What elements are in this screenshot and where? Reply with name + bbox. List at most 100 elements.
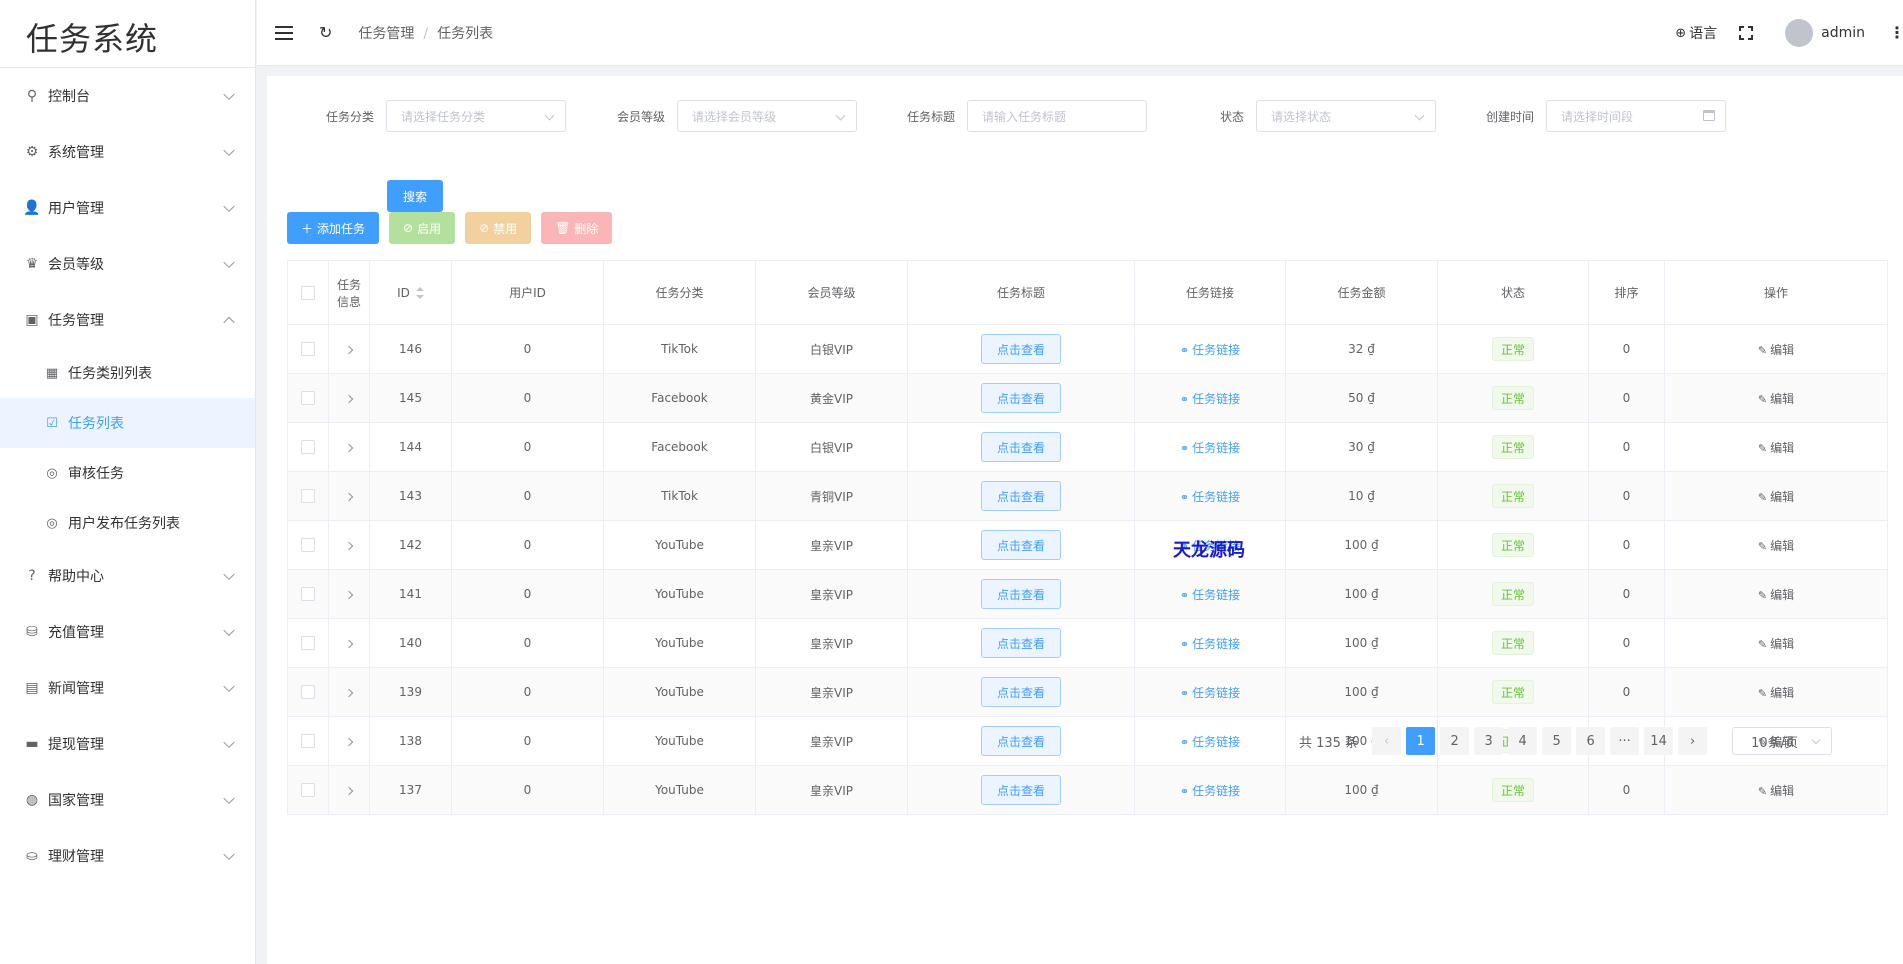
row-checkbox[interactable] (301, 734, 315, 749)
task-link[interactable]: ⚭ 任务链接 (1180, 735, 1240, 749)
chevron-right-icon[interactable] (344, 541, 354, 551)
row-checkbox[interactable] (301, 391, 315, 406)
status-select[interactable]: 请选择状态 (1256, 100, 1437, 132)
row-checkbox[interactable] (301, 440, 315, 455)
fullscreen-icon[interactable] (1739, 26, 1754, 40)
row-checkbox[interactable] (301, 587, 315, 602)
chevron-right-icon[interactable] (344, 443, 354, 453)
view-title-button[interactable]: 点击查看 (981, 334, 1061, 364)
view-title-button[interactable]: 点击查看 (981, 481, 1061, 511)
cell-amount: 32 ₫ (1285, 324, 1438, 374)
sidebar-subitem-0[interactable]: ▦ 任务类别列表 (0, 348, 255, 398)
page-button[interactable]: 4 (1508, 727, 1538, 755)
avatar[interactable] (1785, 19, 1814, 47)
task-link[interactable]: ⚭ 任务链接 (1180, 637, 1240, 651)
sort-icon[interactable] (415, 287, 424, 299)
next-page-button[interactable]: › (1678, 727, 1708, 755)
task-link[interactable]: ⚭ 任务链接 (1180, 343, 1240, 357)
search-button[interactable]: 搜索 (387, 180, 443, 212)
title-input[interactable]: 请输入任务标题 (967, 100, 1148, 132)
sidebar-subitem-1[interactable]: ☑ 任务列表 (0, 398, 255, 448)
edit-button[interactable]: ✎ 编辑 (1758, 392, 1794, 406)
task-link[interactable]: ⚭ 任务链接 (1180, 784, 1240, 798)
chevron-right-icon[interactable] (344, 345, 354, 355)
sidebar-item-8[interactable]: ▬ 提现管理 (0, 716, 255, 772)
edit-button[interactable]: ✎ 编辑 (1758, 490, 1794, 504)
row-checkbox[interactable] (301, 538, 315, 553)
row-checkbox[interactable] (301, 685, 315, 700)
task-link[interactable]: ⚭ 任务链接 (1180, 588, 1240, 602)
edit-button[interactable]: ✎ 编辑 (1758, 588, 1794, 602)
sidebar-item-label: 用户管理 (48, 201, 104, 217)
menu-toggle-icon[interactable] (275, 25, 293, 40)
row-checkbox[interactable] (301, 342, 315, 357)
task-link[interactable]: ⚭ 任务链接 (1180, 490, 1240, 504)
refresh-icon[interactable]: ↻ (319, 23, 332, 42)
page-button[interactable]: 1 (1406, 727, 1436, 755)
sidebar-item-1[interactable]: ⚙ 系统管理 (0, 124, 255, 180)
category-select[interactable]: 请选择任务分类 (386, 100, 567, 132)
breadcrumb-item-task-management[interactable]: 任务管理 (358, 26, 414, 42)
sidebar-item-2[interactable]: 👤 用户管理 (0, 180, 255, 236)
view-title-button[interactable]: 点击查看 (981, 432, 1061, 462)
sidebar-item-6[interactable]: ⛁ 充值管理 (0, 604, 255, 660)
username[interactable]: admin (1821, 25, 1865, 41)
edit-button[interactable]: ✎ 编辑 (1758, 686, 1794, 700)
more-vertical-icon[interactable]: ⋮ (1889, 25, 1903, 41)
page-button[interactable]: 2 (1440, 727, 1470, 755)
view-title-button[interactable]: 点击查看 (981, 775, 1061, 805)
edit-button[interactable]: ✎ 编辑 (1758, 343, 1794, 357)
sidebar-subitem-3[interactable]: ◎ 用户发布任务列表 (0, 498, 255, 548)
edit-button[interactable]: ✎ 编辑 (1758, 637, 1794, 651)
sidebar-item-4[interactable]: ▣ 任务管理 (0, 292, 255, 348)
chevron-right-icon[interactable] (344, 737, 354, 747)
level-select[interactable]: 请选择会员等级 (677, 100, 858, 132)
cell-id: 137 (369, 765, 452, 815)
chevron-right-icon[interactable] (344, 639, 354, 649)
view-title-button[interactable]: 点击查看 (981, 530, 1061, 560)
column-header-actions: 操作 (1664, 260, 1888, 325)
row-checkbox[interactable] (301, 783, 315, 798)
view-title-button[interactable]: 点击查看 (981, 383, 1061, 413)
sidebar-item-9[interactable]: ◍ 国家管理 (0, 772, 255, 828)
page-button[interactable]: 3 (1474, 727, 1504, 755)
sidebar-item-7[interactable]: ▤ 新闻管理 (0, 660, 255, 716)
chevron-right-icon[interactable] (344, 590, 354, 600)
page-button[interactable]: 5 (1542, 727, 1572, 755)
page-button[interactable]: 14 (1644, 727, 1674, 755)
link-icon: ⚭ (1179, 637, 1190, 651)
view-title-button[interactable]: 点击查看 (981, 579, 1061, 609)
row-checkbox[interactable] (301, 489, 315, 504)
sidebar-subitem-2[interactable]: ◎ 审核任务 (0, 448, 255, 498)
sidebar-item-5[interactable]: ? 帮助中心 (0, 548, 255, 604)
row-checkbox[interactable] (301, 636, 315, 651)
delete-button[interactable]: 🗑 删除 (541, 212, 613, 244)
page-button[interactable]: 6 (1576, 727, 1606, 755)
page-ellipsis[interactable]: ··· (1610, 727, 1640, 755)
chevron-right-icon[interactable] (344, 688, 354, 698)
sidebar-item-10[interactable]: ⛀ 理财管理 (0, 828, 255, 884)
enable-button[interactable]: ⊘ 启用 (389, 212, 456, 244)
disable-button[interactable]: ⊘ 禁用 (465, 212, 532, 244)
view-title-button[interactable]: 点击查看 (981, 628, 1061, 658)
edit-button[interactable]: ✎ 编辑 (1758, 784, 1794, 798)
add-task-button[interactable]: ＋添加任务 (287, 212, 380, 244)
prev-page-button[interactable]: ‹ (1372, 727, 1402, 755)
view-title-button[interactable]: 点击查看 (981, 677, 1061, 707)
task-link[interactable]: ⚭ 任务链接 (1180, 392, 1240, 406)
chevron-right-icon[interactable] (344, 394, 354, 404)
chevron-right-icon[interactable] (344, 492, 354, 502)
task-link[interactable]: ⚭ 任务链接 (1180, 686, 1240, 700)
column-header-id[interactable]: ID (369, 260, 452, 325)
sidebar-item-0[interactable]: ⚲ 控制台 (0, 68, 255, 124)
sidebar-item-3[interactable]: ♛ 会员等级 (0, 236, 255, 292)
task-link[interactable]: ⚭ 任务链接 (1180, 441, 1240, 455)
chevron-right-icon[interactable] (344, 786, 354, 796)
view-title-button[interactable]: 点击查看 (981, 726, 1061, 756)
edit-button[interactable]: ✎ 编辑 (1758, 539, 1794, 553)
edit-button[interactable]: ✎ 编辑 (1758, 441, 1794, 455)
page-size-select[interactable]: 10条/页 (1732, 727, 1833, 755)
select-all-checkbox[interactable] (301, 285, 315, 300)
date-range-picker[interactable]: 请选择时间段 (1546, 100, 1727, 132)
language-switch[interactable]: ⊕ 语言 (1675, 23, 1717, 43)
